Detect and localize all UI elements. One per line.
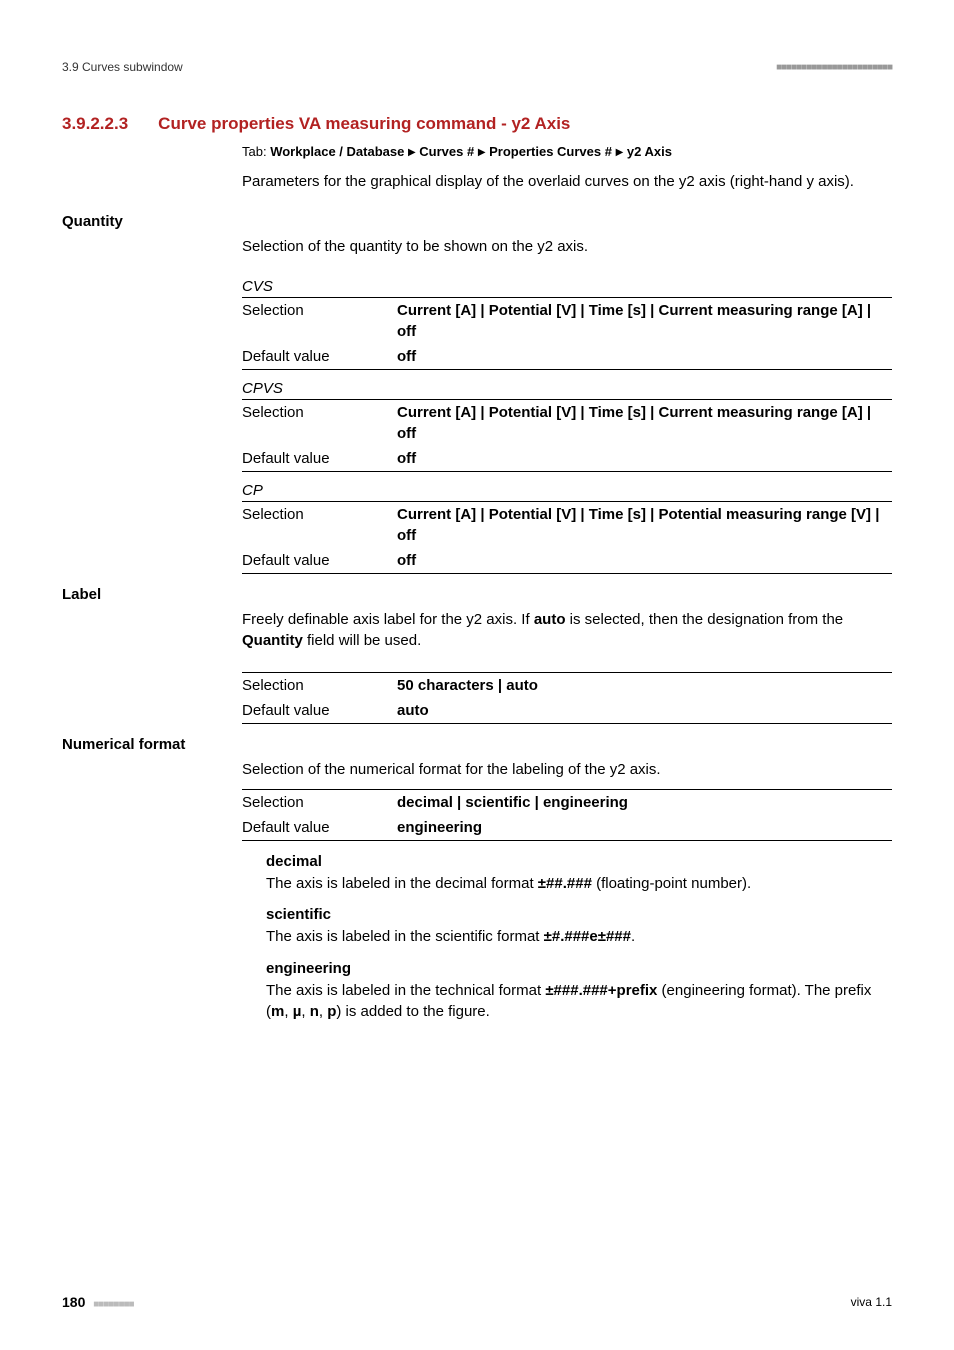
section-title: Curve properties VA measuring command - … [158, 114, 570, 134]
numfmt-engineering: engineering The axis is labeled in the t… [266, 958, 892, 1023]
table-label: Selection 50 characters | auto Default v… [242, 672, 892, 724]
page-number: 180 ■■■■■■■■ [62, 1294, 134, 1310]
label-selection: 50 characters | auto [397, 673, 892, 699]
footer-right: viva 1.1 [851, 1295, 892, 1309]
table-cp: Selection Current [A] | Potential [V] | … [242, 501, 892, 574]
cvs-selection: Current [A] | Potential [V] | Time [s] |… [397, 297, 892, 344]
intro-paragraph: Parameters for the graphical display of … [242, 171, 892, 193]
table-cvs: Selection Current [A] | Potential [V] | … [242, 297, 892, 370]
label-desc: Freely definable axis label for the y2 a… [242, 609, 892, 653]
cp-default: off [397, 548, 892, 574]
group-cvs: CVS [242, 278, 892, 295]
tab-path: Tab: Workplace / Database ▶ Curves # ▶ P… [242, 144, 892, 159]
header-left: 3.9 Curves subwindow [62, 60, 183, 74]
group-cpvs: CPVS [242, 380, 892, 397]
numfmt-label: Numerical format [62, 736, 892, 753]
group-cp: CP [242, 482, 892, 499]
cpvs-default: off [397, 446, 892, 472]
label-default: auto [397, 698, 892, 724]
label-section-label: Label [62, 586, 892, 603]
section-header: 3.9.2.2.3 Curve properties VA measuring … [62, 114, 892, 134]
numfmt-selection: decimal | scientific | engineering [397, 789, 892, 815]
quantity-desc: Selection of the quantity to be shown on… [242, 236, 892, 258]
numfmt-scientific: scientific The axis is labeled in the sc… [266, 904, 892, 948]
numfmt-decimal: decimal The axis is labeled in the decim… [266, 851, 892, 895]
page-header: 3.9 Curves subwindow ■■■■■■■■■■■■■■■■■■■… [62, 60, 892, 74]
numfmt-default: engineering [397, 815, 892, 841]
quantity-label: Quantity [62, 213, 892, 230]
section-number: 3.9.2.2.3 [62, 114, 128, 134]
table-numfmt: Selection decimal | scientific | enginee… [242, 789, 892, 841]
header-decor: ■■■■■■■■■■■■■■■■■■■■■■■ [776, 62, 892, 73]
cp-selection: Current [A] | Potential [V] | Time [s] |… [397, 501, 892, 548]
table-cpvs: Selection Current [A] | Potential [V] | … [242, 399, 892, 472]
footer-decor: ■■■■■■■■ [93, 1299, 133, 1310]
cvs-default: off [397, 344, 892, 370]
numfmt-desc: Selection of the numerical format for th… [242, 759, 892, 781]
cpvs-selection: Current [A] | Potential [V] | Time [s] |… [397, 399, 892, 446]
page-footer: 180 ■■■■■■■■ viva 1.1 [62, 1294, 892, 1310]
